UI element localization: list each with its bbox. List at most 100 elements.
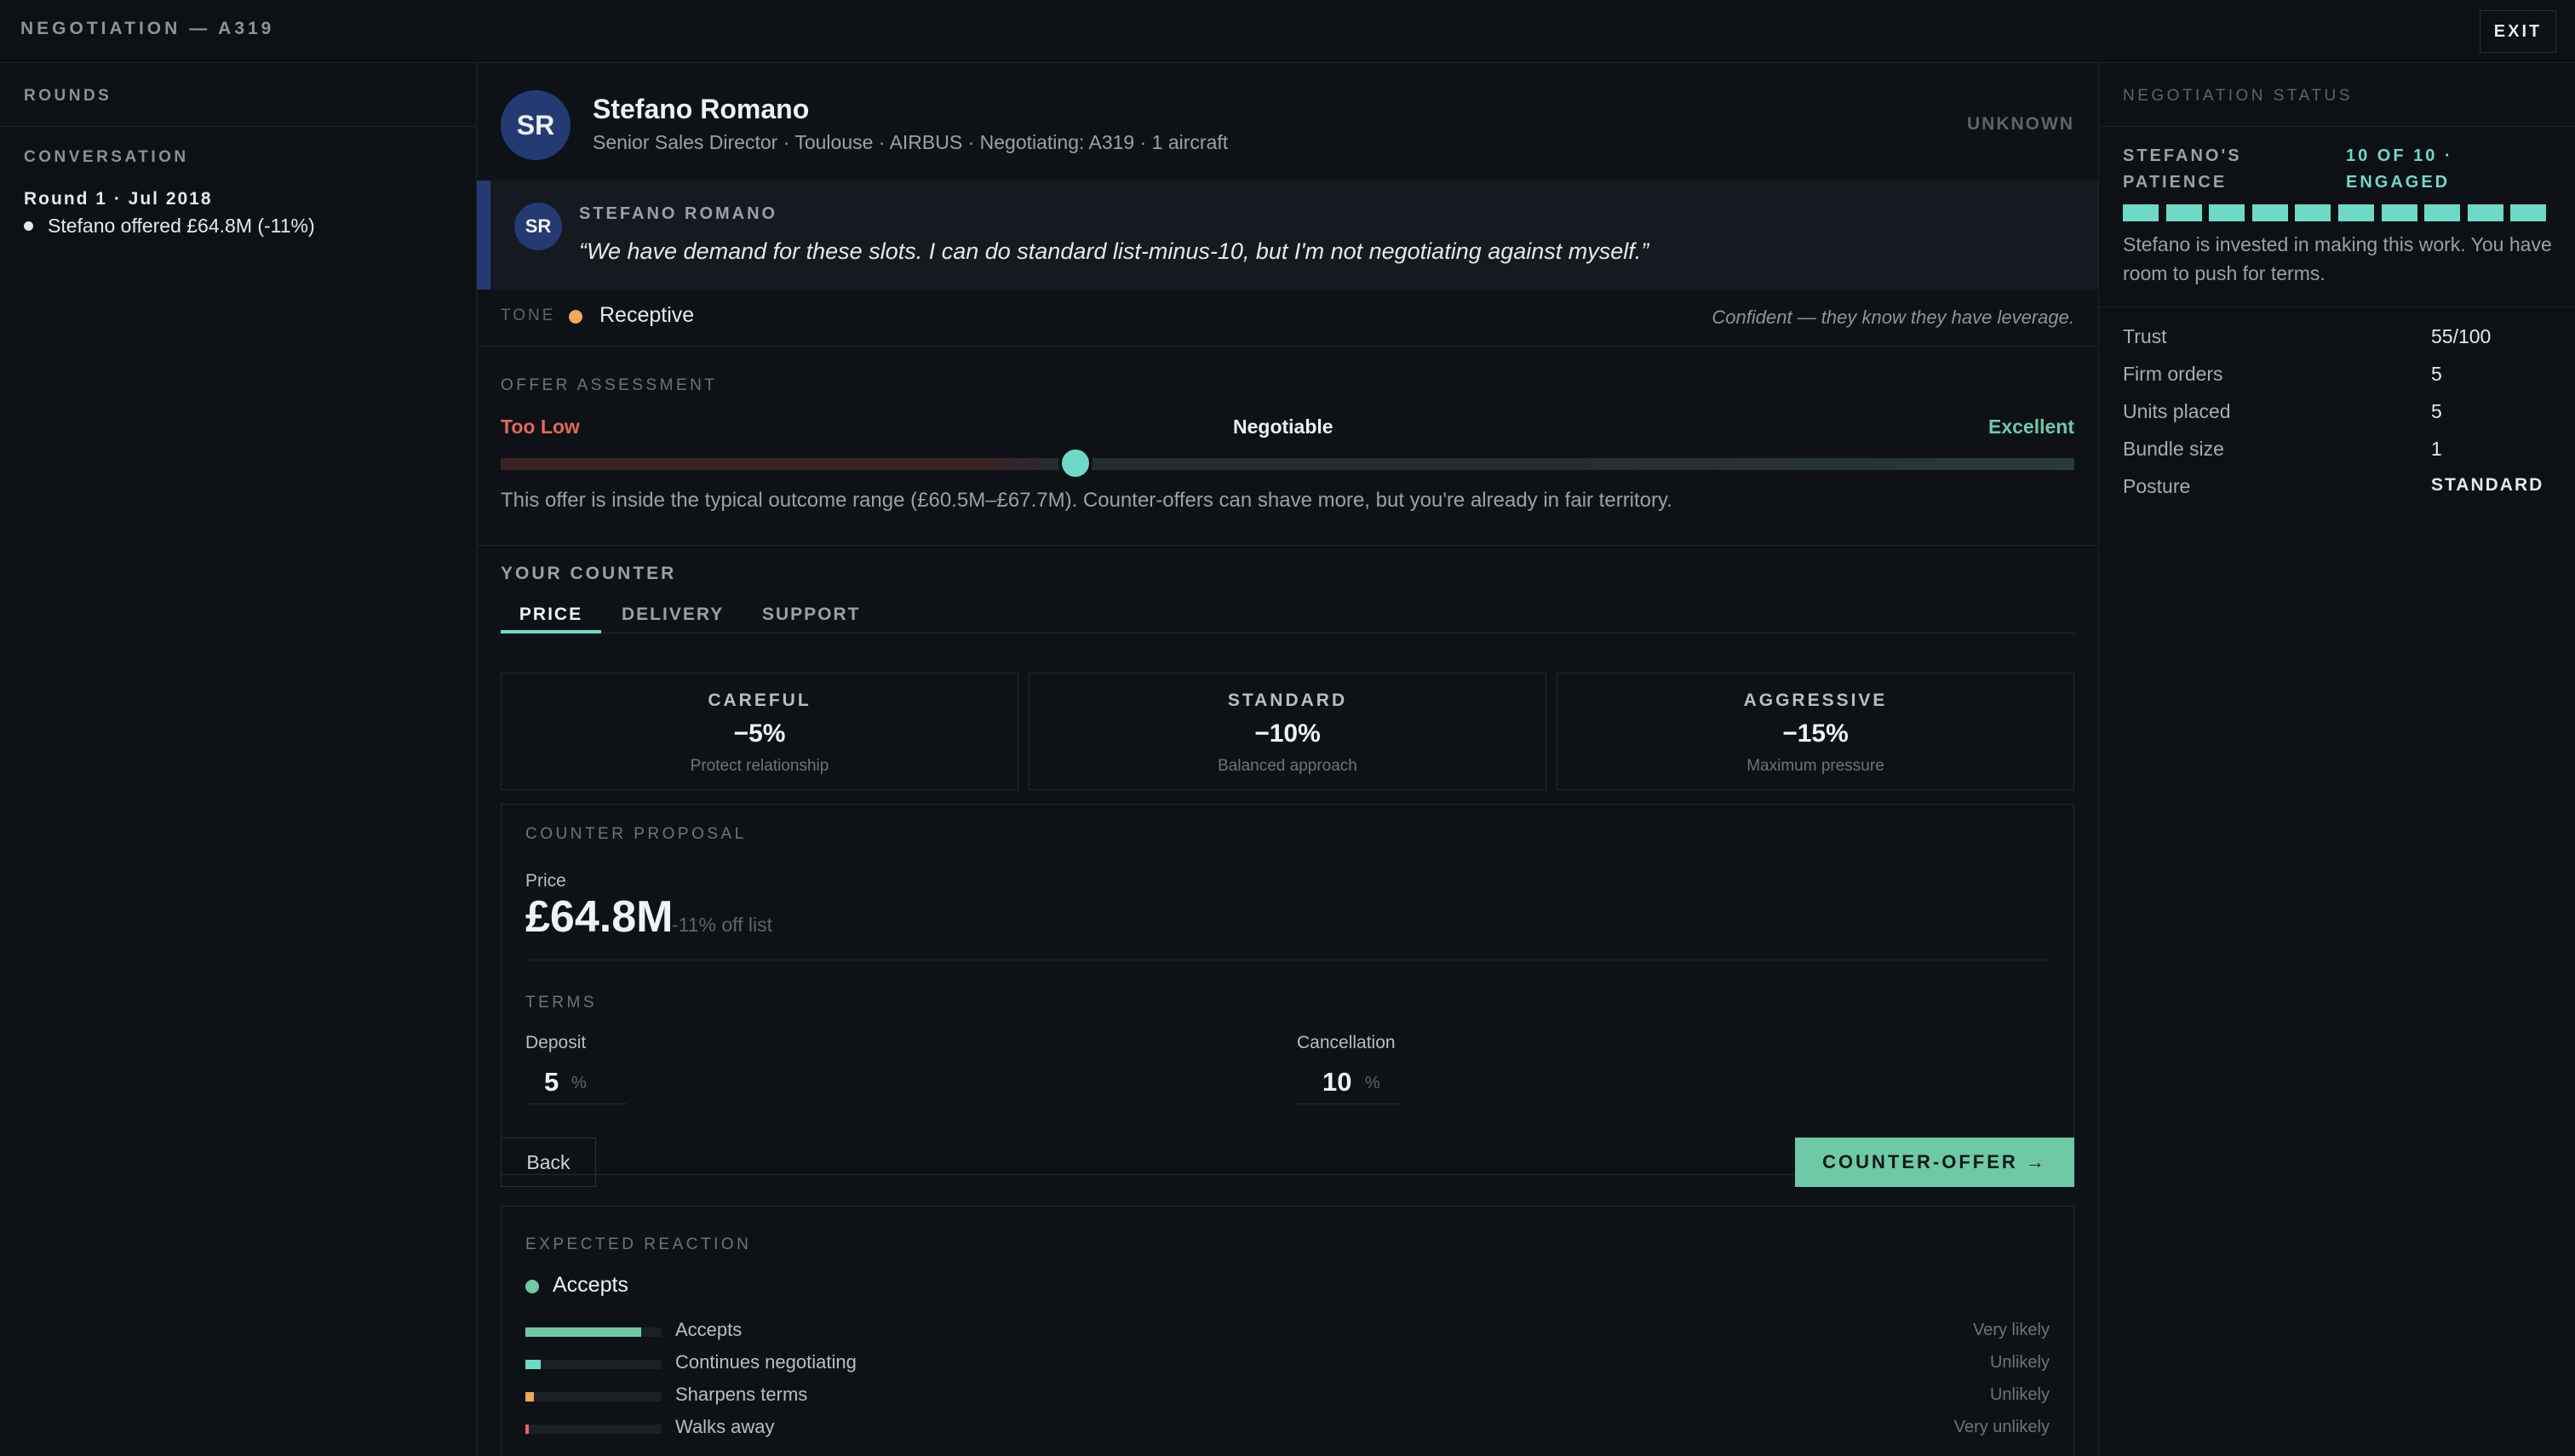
counter-tabs: PRICE DELIVERY SUPPORT [501,596,2074,633]
patience-label: STEFANO'S PATIENCE [2123,146,2242,192]
patience-segment [2467,204,2503,221]
assessment-marker [1058,446,1093,480]
stat-label: Units placed [2123,400,2231,422]
reaction-row-label: Sharpens terms [675,1384,808,1405]
deposit-unit: % [571,1074,587,1092]
stat-value: 5 [2431,400,2442,422]
price-label: Price [525,871,566,891]
message-block: SR STEFANO ROMANO “We have demand for th… [477,181,2098,289]
likelihood-bar [525,1392,662,1402]
message-text: “We have demand for these slots. I can d… [579,238,1649,264]
reaction-label: EXPECTED REACTION [525,1235,752,1253]
stat-label: Trust [2123,325,2167,347]
reaction-row-likelihood: Very unlikely [1953,1418,2050,1436]
reaction-row-label: Walks away [675,1416,775,1437]
contact-name: Stefano Romano [593,94,810,124]
tone-label: TONE [501,307,556,324]
option-aggressive[interactable]: AGGRESSIVE −15% Maximum pressure [1557,673,2074,790]
divider [477,545,2098,546]
round-entry[interactable]: Stefano offered £64.8M (-11%) [48,215,315,238]
divider [0,126,476,127]
tone-value: Receptive [599,303,695,327]
option-value: −10% [1254,719,1321,748]
reaction-row-likelihood: Very likely [1972,1321,2050,1339]
patience-segment [2295,204,2331,221]
back-button[interactable]: Back [501,1138,596,1187]
patience-segment [2251,204,2288,221]
assessment-high: Excellent [1988,416,2074,438]
reaction-row-label: Accepts [675,1319,743,1340]
reaction-row: Walks away Very unlikely [525,1416,2050,1443]
price-value[interactable]: £64.8M [525,891,673,943]
likelihood-fill [525,1424,529,1434]
cancellation-label: Cancellation [1297,1033,1396,1052]
assessment-mid: Negotiable [1233,416,1333,438]
counter-offer-button[interactable]: COUNTER-OFFER → [1795,1138,2074,1187]
tab-price[interactable]: PRICE [501,596,601,633]
deposit-label: Deposit [525,1033,587,1052]
tone-note: Confident — they know they have leverage… [1712,307,2074,328]
status-panel: NEGOTIATION STATUS STEFANO'S PATIENCE 10… [2098,63,2575,1456]
likelihood-fill [525,1360,541,1369]
assessment-label: OFFER ASSESSMENT [501,376,718,394]
tab-support[interactable]: SUPPORT [762,605,861,625]
stat-value: STANDARD [2431,475,2544,495]
avatar: SR [501,90,571,160]
option-name: CAREFUL [708,691,811,710]
proposal-label: COUNTER PROPOSAL [525,825,747,843]
stats-list: Trust 55/100 Firm orders 5 Units placed 5 Bund… [2123,325,2557,521]
option-standard[interactable]: STANDARD −10% Balanced approach [1029,673,1546,790]
patience-segment [2510,204,2547,221]
stat-row: Posture STANDARD [2123,475,2557,504]
stat-value: 55/100 [2431,325,2492,347]
assessment-text: This offer is inside the typical outcome… [501,489,1672,512]
main-panel: SR Stefano Romano Senior Sales Director … [477,63,2098,1456]
reaction-row-likelihood: Unlikely [1989,1353,2050,1372]
patience-segment [2424,204,2461,221]
patience-segment [2381,204,2417,221]
terms-label: TERMS [525,994,597,1012]
deposit-value: 5 [544,1067,559,1097]
patience-meter [2123,204,2557,221]
round-title[interactable]: Round 1 · Jul 2018 [24,189,213,209]
patience-segment [2209,204,2245,221]
likelihood-fill [525,1392,534,1402]
patience-text: Stefano is invested in making this work.… [2123,233,2552,284]
reaction-dot-icon [525,1280,539,1293]
option-desc: Protect relationship [690,757,829,775]
rounds-heading: ROUNDS [24,87,112,105]
likelihood-bar [525,1327,662,1337]
stat-row: Units placed 5 [2123,400,2557,429]
patience-segment [2123,204,2159,221]
likelihood-bar [525,1360,662,1369]
assessment-low: Too Low [501,416,580,438]
reaction-row-likelihood: Unlikely [1989,1385,2050,1404]
likelihood-bar [525,1424,662,1434]
status-badge: UNKNOWN [1967,114,2074,134]
reaction-row: Continues negotiating Unlikely [525,1351,2050,1379]
reaction-row: Accepts Very likely [525,1319,2050,1346]
stat-label: Bundle size [2123,438,2224,460]
option-value: −5% [733,719,786,748]
divider [477,346,2098,347]
divider [2099,126,2575,127]
message-accent [477,181,490,289]
price-note: -11% off list [672,914,773,936]
option-desc: Maximum pressure [1746,757,1884,775]
reaction-headline: Accepts [553,1273,628,1297]
exit-button[interactable]: EXIT [2480,10,2556,53]
tone-dot-icon [569,310,582,324]
deposit-field[interactable]: 5 % [525,1057,628,1104]
cancellation-field[interactable]: 10 % [1297,1057,1399,1104]
stat-label: Posture [2123,475,2191,497]
tab-delivery[interactable]: DELIVERY [622,605,724,625]
assessment-track [501,458,2074,470]
option-careful[interactable]: CAREFUL −5% Protect relationship [501,673,1018,790]
reaction-row-label: Continues negotiating [675,1351,857,1373]
patience-segment [2165,204,2202,221]
bullet-icon [24,221,33,231]
speaker-avatar: SR [514,203,562,250]
stat-row: Firm orders 5 [2123,363,2557,392]
stat-value: 1 [2431,438,2442,460]
reaction-list: Accepts Very likely Continues negotiating U… [525,1319,2050,1455]
